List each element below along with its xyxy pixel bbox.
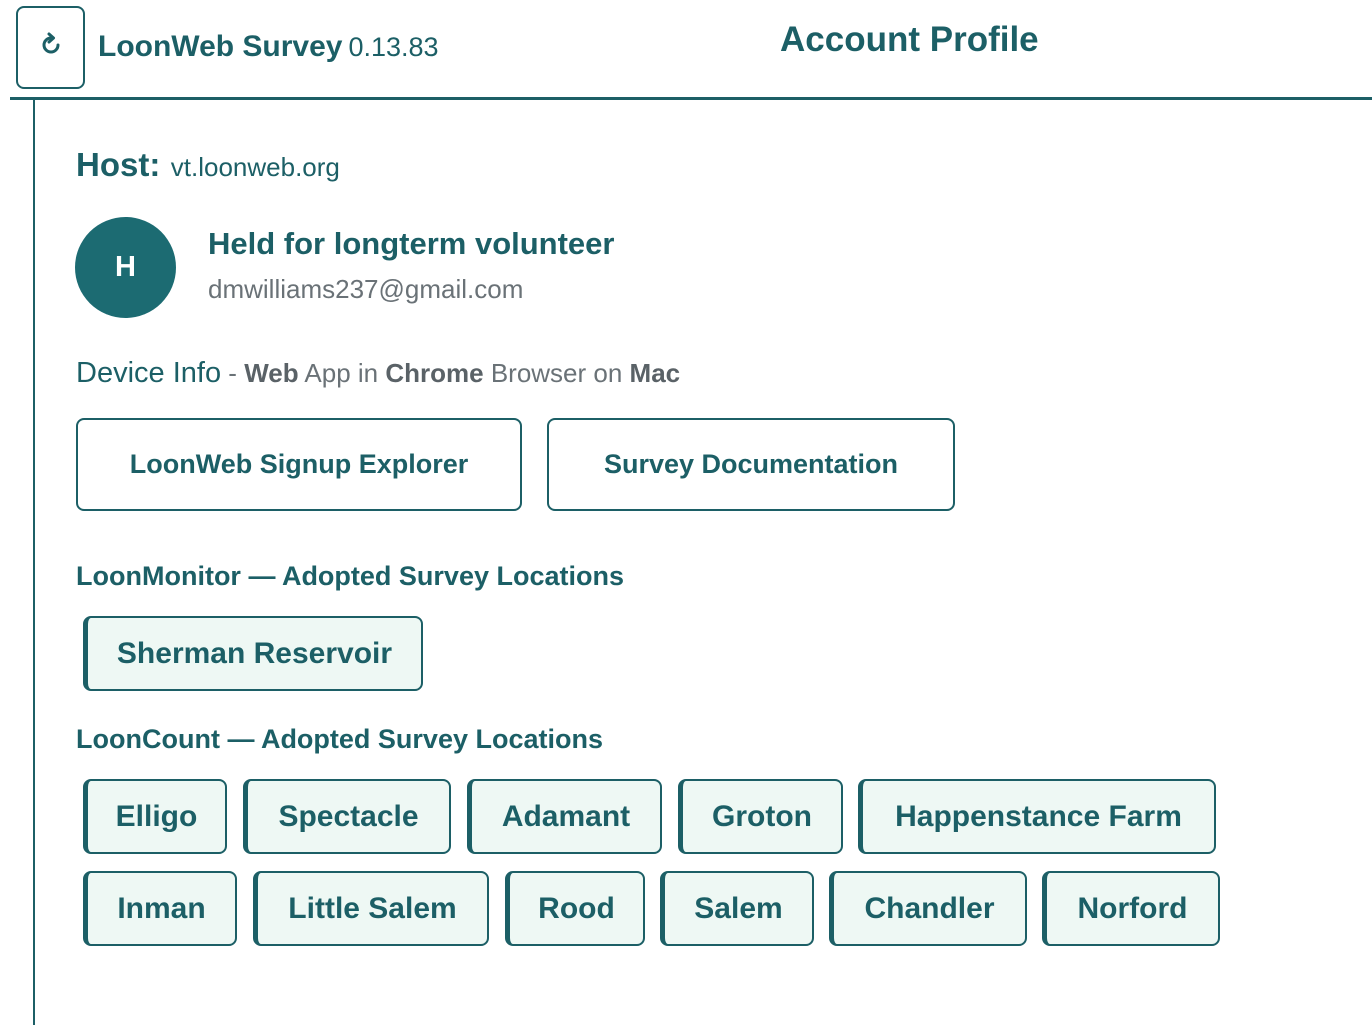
page-title: Account Profile [780, 20, 1039, 59]
app-version: 0.13.83 [348, 32, 439, 62]
location-chip-happenstance-farm[interactable]: Happenstance Farm [858, 779, 1216, 854]
device-browser-word: Browser on [483, 358, 630, 388]
location-chip-adamant[interactable]: Adamant [467, 779, 662, 854]
location-chip-salem[interactable]: Salem [660, 871, 814, 946]
avatar: H [75, 217, 176, 318]
location-chip-rood[interactable]: Rood [505, 871, 645, 946]
app-header: LoonWeb Survey 0.13.83 Account Profile [0, 0, 1372, 100]
refresh-button[interactable] [16, 6, 85, 89]
device-browser: Chrome [385, 358, 484, 388]
profile-name: Held for longterm volunteer [208, 226, 615, 261]
host-row: Host: vt.loonweb.org [76, 146, 340, 184]
location-chip-sherman-reservoir[interactable]: Sherman Reservoir [83, 616, 423, 691]
location-chip-elligo[interactable]: Elligo [83, 779, 227, 854]
profile-email: dmwilliams237@gmail.com [208, 274, 524, 304]
location-chip-inman[interactable]: Inman [83, 871, 237, 946]
looncount-heading: LoonCount — Adopted Survey Locations [76, 724, 603, 754]
device-app-type: Web [244, 358, 299, 388]
device-app-word: App in [298, 358, 386, 388]
account-profile-page: LoonWeb Survey 0.13.83 Account Profile Ho… [0, 0, 1372, 1025]
refresh-icon [36, 30, 66, 65]
location-chip-chandler[interactable]: Chandler [829, 871, 1027, 946]
location-chip-spectacle[interactable]: Spectacle [243, 779, 451, 854]
device-info-separator: - [221, 358, 245, 388]
location-chip-norford[interactable]: Norford [1042, 871, 1220, 946]
location-chip-little-salem[interactable]: Little Salem [253, 871, 489, 946]
location-chip-groton[interactable]: Groton [678, 779, 843, 854]
device-os: Mac [629, 358, 681, 388]
device-info: Device Info - Web App in Chrome Browser … [76, 357, 680, 390]
device-info-label: Device Info [76, 357, 222, 389]
app-name: LoonWeb Survey [98, 30, 343, 63]
left-divider [33, 100, 35, 1025]
host-label: Host: [76, 146, 161, 183]
header-divider [10, 97, 1372, 100]
loonmonitor-heading: LoonMonitor — Adopted Survey Locations [76, 561, 624, 591]
app-title: LoonWeb Survey 0.13.83 [98, 30, 439, 64]
survey-documentation-button[interactable]: Survey Documentation [547, 418, 955, 511]
host-value: vt.loonweb.org [170, 152, 340, 182]
signup-explorer-button[interactable]: LoonWeb Signup Explorer [76, 418, 522, 511]
